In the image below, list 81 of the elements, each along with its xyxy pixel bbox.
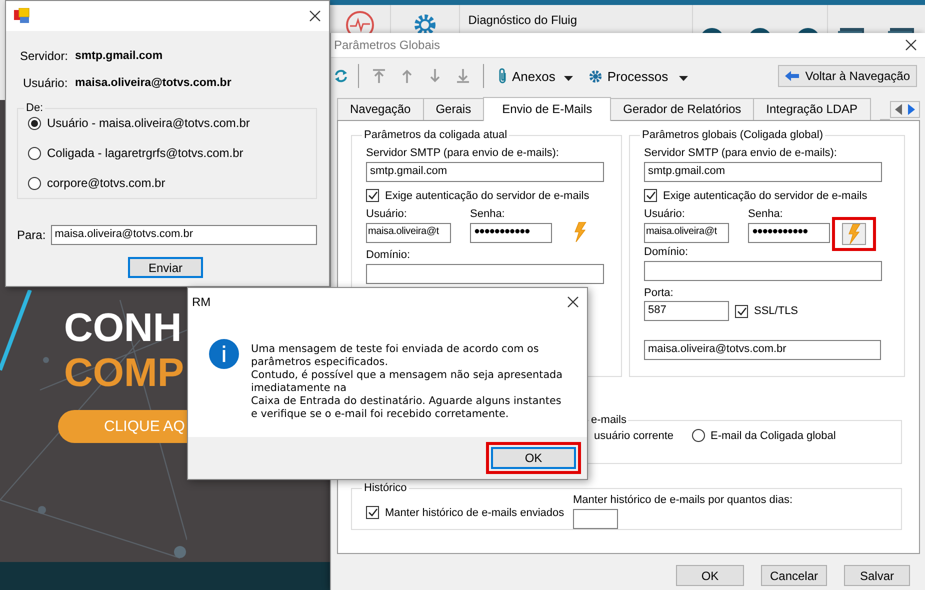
radio-label: corpore@totvs.com.br [47,176,166,190]
field-label: Senha: [470,208,506,221]
close-icon[interactable] [309,10,321,22]
field-label: Para: [17,228,46,242]
lightning-icon [573,222,587,242]
checkbox[interactable] [735,304,748,318]
group-title: Parâmetros da coligada atual [363,129,508,141]
checkbox-label: Manter histórico de e-mails enviados [385,506,564,518]
radio-label: usuário corrente [594,430,674,442]
app-icon [14,8,30,24]
close-icon[interactable] [567,296,579,308]
cancel-button[interactable]: Cancelar [761,565,827,586]
radio-button[interactable] [692,429,704,442]
radio-label: Usuário - maisa.oliveira@totvs.com.br [47,116,250,130]
domain-field[interactable] [644,261,882,281]
group-title: De: [25,102,44,114]
ok-button[interactable]: OK [676,565,744,586]
toolbar-title: Diagnóstico do Fluig [467,12,578,27]
field-label: Senha: [748,208,784,221]
smtp-field[interactable]: smtp.gmail.com [644,162,882,182]
tab[interactable]: Envio de E-Mails [483,97,612,121]
banner-headline: CONH [64,306,182,351]
radio-button[interactable] [28,146,41,160]
ok-button[interactable]: OK [491,447,576,469]
password-field[interactable]: ●●●●●●●●●●● [470,223,552,243]
field-label: Servidor SMTP (para envio de e-mails): [366,147,560,160]
info-icon [209,339,239,369]
window-title: Parâmetros Globais [334,38,440,52]
field-label: Domínio: [644,246,690,259]
scroll-right-icon[interactable] [908,104,915,115]
recipient-field[interactable]: maisa.oliveira@totvs.com.br [50,225,317,245]
user-field[interactable]: maisa.oliveira@t [644,223,729,243]
back-button[interactable]: Voltar à Navegação [778,65,917,87]
radio-button[interactable] [28,116,41,130]
tab[interactable]: Integração LDAP [753,98,871,120]
checkbox[interactable] [644,189,657,202]
refresh-icon[interactable] [334,69,348,83]
scroll-left-icon[interactable] [895,104,902,115]
password-field[interactable]: ●●●●●●●●●●● [748,223,830,243]
group-title: Parâmetros globais (Coligada global) [641,129,824,141]
server-value: smtp.gmail.com [75,50,164,62]
checkbox-label: Exige autenticação do servidor de e-mails [663,190,868,202]
save-button[interactable]: Salvar [844,565,910,586]
field-label: Servidor: [20,49,70,63]
tab[interactable]: Navegação [337,98,424,120]
banner-subheadline: COMP [64,351,184,396]
message-text: Uma mensagem de teste foi enviada de acordo com os parâmetros especificados. Contudo, é possível que a mensagem não seja apresentada imediatamente na Caixa de Entrada do destinatário. Aguarde alguns instantes e verifique se o e-mail foi recebido corretamente. [251,342,563,421]
checkbox[interactable] [366,506,379,519]
field-label: Servidor SMTP (para envio de e-mails): [644,147,838,160]
lightning-icon [847,224,861,244]
radio-label: Coligada - lagaretrgrfs@totvs.com.br [47,146,244,160]
field-label: Usuário: [644,208,686,221]
smtp-field[interactable]: smtp.gmail.com [366,162,604,182]
user-value: maisa.oliveira@totvs.com.br [75,77,232,89]
gear-icon [589,70,602,82]
paperclip-icon [498,68,507,84]
checkbox-label: Exige autenticação do servidor de e-mails [385,190,590,202]
radio-button[interactable] [28,176,41,190]
caret-icon [679,76,688,80]
field-label: Domínio: [366,249,412,262]
close-icon[interactable] [905,39,917,51]
send-button[interactable]: Enviar [128,257,203,278]
domain-field[interactable] [366,264,604,284]
user-field[interactable]: maisa.oliveira@t [366,223,451,243]
menu-button[interactable]: Processos [585,68,692,84]
field-label: Manter histórico de e-mails por quantos dias: [573,494,794,507]
field-label: Porta: [644,287,674,300]
field-label: Usuário: [22,76,69,90]
checkbox[interactable] [366,189,379,202]
caret-icon [564,76,574,80]
checkbox-label: SSL/TLS [754,305,798,317]
window-title: RM [192,295,211,309]
email-field[interactable]: maisa.oliveira@totvs.com.br [644,340,881,360]
radio-label: E-mail da Coligada global [710,430,836,442]
group-title: e-mails [590,414,628,426]
group-title: Histórico [363,482,408,494]
port-field[interactable]: 587 [644,301,729,321]
days-field[interactable] [573,509,618,529]
menu-button[interactable]: Anexos [494,68,578,84]
field-label: Usuário: [366,208,408,221]
back-arrow-icon [785,71,800,81]
